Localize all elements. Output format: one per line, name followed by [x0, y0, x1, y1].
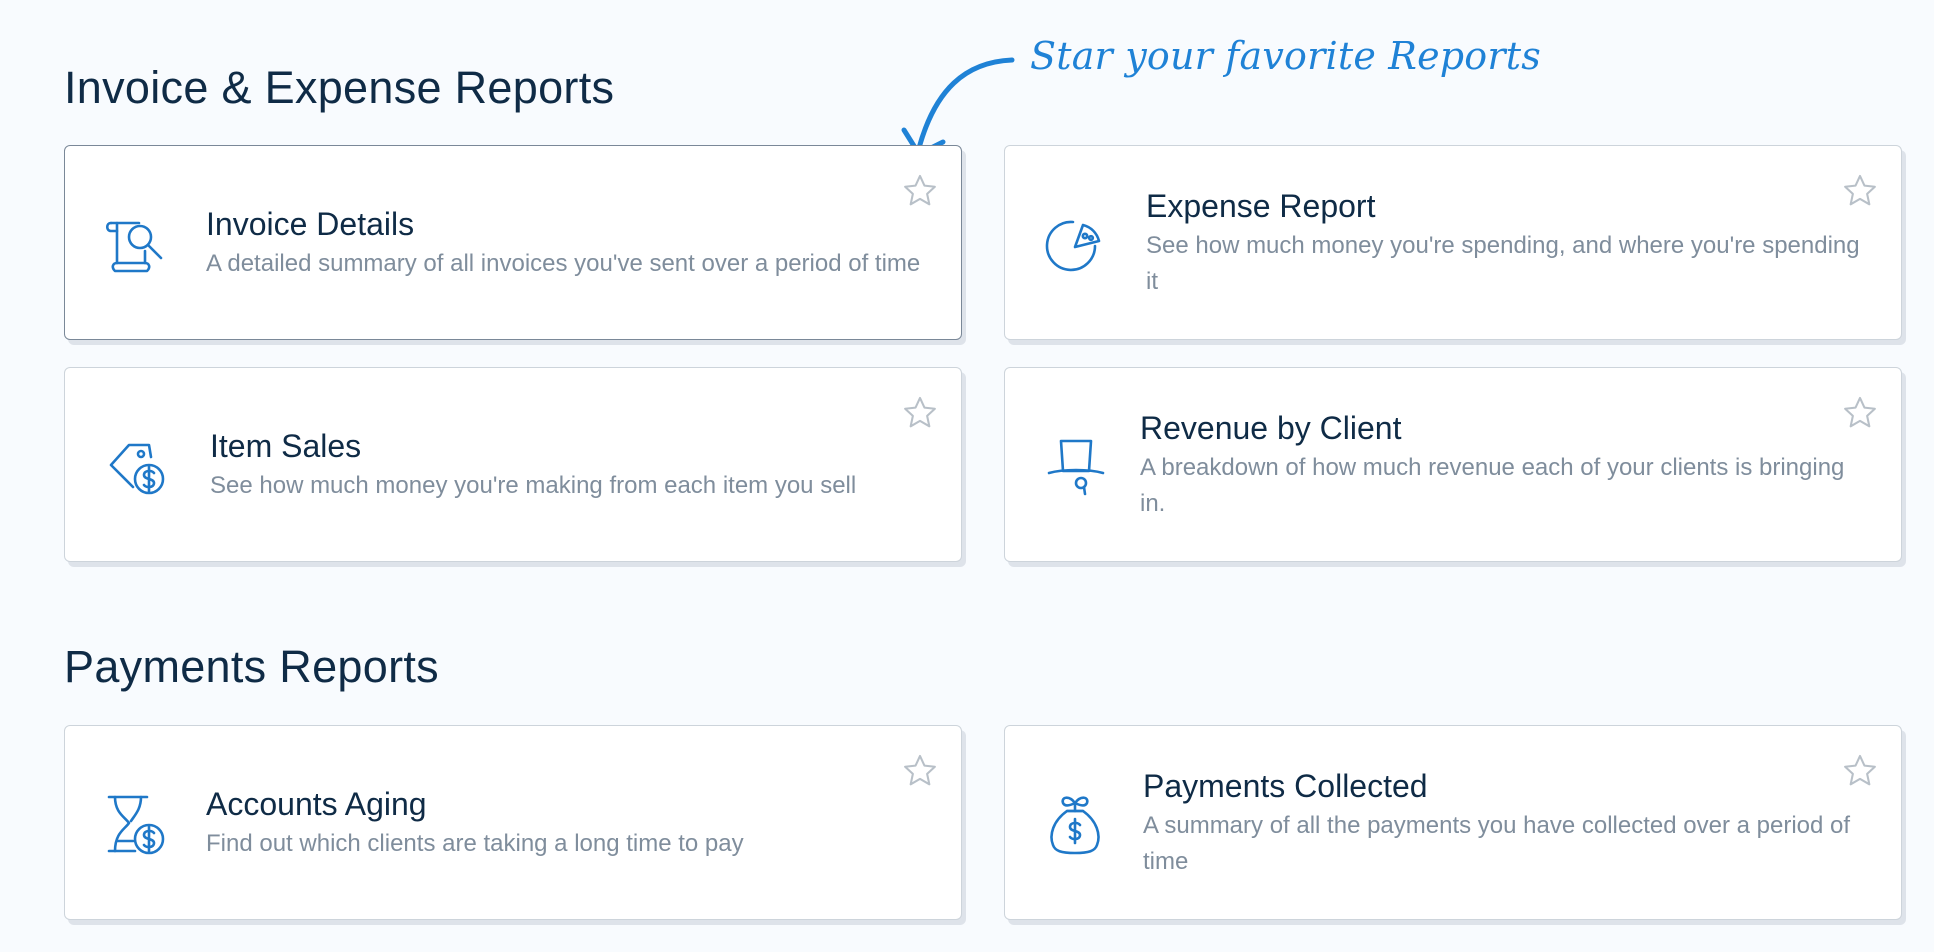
section-title-invoice-expense: Invoice & Expense Reports [64, 62, 615, 113]
section-title-payments: Payments Reports [64, 641, 439, 692]
report-card-accounts-aging[interactable]: Accounts Aging Find out which clients ar… [64, 725, 962, 920]
favorite-star-icon[interactable] [901, 394, 939, 432]
card-description: A summary of all the payments you have c… [1143, 811, 1851, 875]
magnifier-document-icon [103, 205, 169, 281]
card-title: Accounts Aging [206, 785, 427, 822]
hourglass-dollar-icon [103, 785, 169, 861]
report-card-item-sales[interactable]: Item Sales See how much money you're mak… [64, 367, 962, 562]
report-card-expense-report[interactable]: Expense Report See how much money you're… [1004, 145, 1902, 340]
favorite-star-icon[interactable] [1841, 752, 1879, 790]
report-card-invoice-details[interactable]: Invoice Details A detailed summary of al… [64, 145, 962, 340]
card-description: See how much money you're spending, and … [1146, 231, 1860, 295]
card-title: Payments Collected [1143, 767, 1428, 804]
card-title: Expense Report [1146, 187, 1376, 224]
card-description: Find out which clients are taking a long… [206, 829, 744, 857]
favorite-star-icon[interactable] [1841, 394, 1879, 432]
card-title: Invoice Details [206, 205, 415, 242]
callout-text: Star your favorite Reports [1030, 34, 1541, 78]
card-title: Revenue by Client [1140, 409, 1402, 446]
favorite-star-icon[interactable] [1841, 172, 1879, 210]
card-description: See how much money you're making from ea… [210, 471, 857, 499]
card-description: A breakdown of how much revenue each of … [1140, 453, 1845, 517]
pie-chart-icon [1043, 205, 1109, 281]
report-card-payments-collected[interactable]: Payments Collected A summary of all the … [1004, 725, 1902, 920]
top-hat-icon [1043, 427, 1109, 503]
card-description: A detailed summary of all invoices you'v… [206, 249, 921, 277]
price-tag-dollar-icon [103, 427, 169, 503]
favorite-star-icon[interactable] [901, 172, 939, 210]
money-bag-icon [1043, 785, 1109, 861]
report-card-revenue-by-client[interactable]: Revenue by Client A breakdown of how muc… [1004, 367, 1902, 562]
card-title: Item Sales [210, 427, 362, 464]
favorite-star-icon[interactable] [901, 752, 939, 790]
